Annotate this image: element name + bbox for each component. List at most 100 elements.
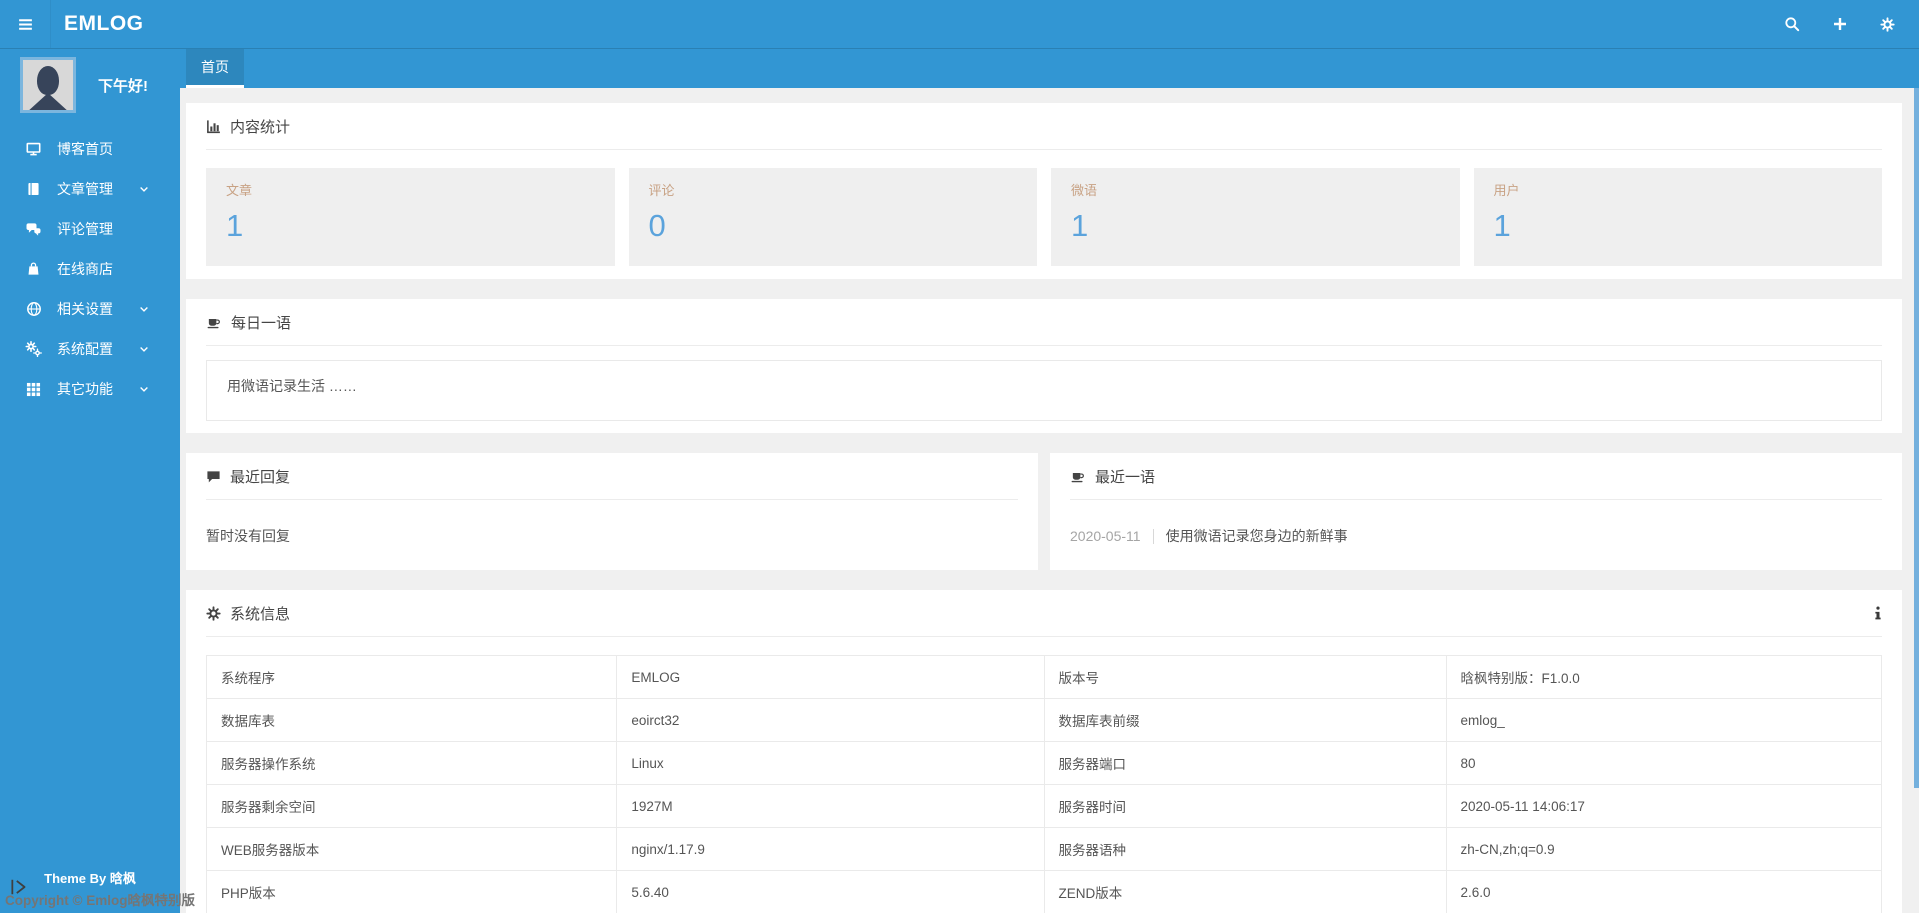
table-cell: 数据库表 (205, 698, 618, 742)
panel-title: 每日一语 (231, 315, 292, 332)
recent-note-panel: 最近一语 2020-05-11 使用微语记录您身边的新鲜事 (1050, 453, 1902, 570)
table-cell: 80 (1445, 741, 1882, 785)
table-cell: ZEND版本 (1043, 870, 1447, 913)
sidebar-item-blog-home[interactable]: 博客首页 (0, 129, 180, 169)
table-cell: Linux (616, 741, 1045, 785)
sidebar-item-article-management[interactable]: 文章管理 (0, 169, 180, 209)
sidebar-item-label: 文章管理 (57, 181, 113, 197)
content-stats-panel: 内容统计 文章 1 评论 0 微语 1 用户 1 (186, 103, 1902, 279)
hamburger-menu-icon[interactable] (0, 0, 51, 48)
table-cell: 版本号 (1043, 655, 1447, 699)
table-cell: 服务器端口 (1043, 741, 1447, 785)
copyright-text: Copyright © Emlog晗枫特别版 (5, 893, 195, 908)
sidebar-item-system-config[interactable]: 系统配置 (0, 329, 180, 369)
recent-note-header: 最近一语 (1070, 453, 1882, 500)
stat-label: 微语 (1071, 183, 1098, 198)
sidebar-item-online-store[interactable]: 在线商店 (0, 249, 180, 289)
comment-icon (206, 469, 221, 484)
recent-replies-header: 最近回复 (206, 453, 1018, 500)
stat-label: 评论 (648, 183, 675, 198)
avatar-silhouette-shoulders (26, 93, 70, 110)
sidebar-item-label: 其它功能 (57, 381, 113, 397)
stat-label: 用户 (1493, 183, 1520, 198)
table-cell: eoirct32 (616, 698, 1045, 742)
table-cell: 数据库表前缀 (1043, 698, 1447, 742)
stats-row: 文章 1 评论 0 微语 1 用户 1 (186, 150, 1902, 279)
table-cell: 服务器操作系统 (205, 741, 618, 785)
sidebar-item-label: 评论管理 (57, 221, 113, 237)
stat-articles[interactable]: 文章 1 (206, 168, 615, 266)
content-stats-header: 内容统计 (206, 103, 1882, 150)
table-cell: 2.6.0 (1445, 870, 1882, 913)
vertical-divider (1152, 528, 1154, 544)
sidebar-item-other-functions[interactable]: 其它功能 (0, 369, 180, 409)
stat-value: 1 (226, 208, 244, 243)
system-info-panel: 系统信息 系统程序 EMLOG 版本号 晗枫特别版：F1.0.0 数据库表 eo… (186, 590, 1902, 913)
greeting-text: 下午好! (98, 77, 148, 95)
table-cell: emlog_ (1445, 698, 1882, 742)
note-text[interactable]: 使用微语记录您身边的新鲜事 (1166, 526, 1348, 546)
table-row: 系统程序 EMLOG 版本号 晗枫特别版：F1.0.0 (205, 655, 1882, 699)
bar-chart-icon (206, 119, 221, 134)
sidebar-menu: 博客首页 文章管理 评论管理 在线商店 相关设置 系统配置 其它功能 (0, 129, 180, 409)
avatar[interactable] (20, 57, 76, 113)
daily-quote-text: 用微语记录生活 …… (206, 360, 1882, 421)
main-content: 内容统计 文章 1 评论 0 微语 1 用户 1 每日一语 用微语记录生活 ……… (180, 88, 1919, 913)
system-info-header: 系统信息 (206, 590, 1882, 637)
table-row: WEB服务器版本 nginx/1.17.9 服务器语种 zh-CN,zh;q=0… (205, 827, 1882, 871)
recent-replies-empty: 暂时没有回复 (206, 528, 290, 544)
table-cell: 服务器时间 (1043, 784, 1447, 828)
panel-title: 系统信息 (230, 606, 291, 623)
book-icon (24, 181, 43, 197)
table-cell: 服务器语种 (1043, 827, 1447, 871)
shopping-bag-icon (24, 261, 43, 277)
sidebar-item-comment-management[interactable]: 评论管理 (0, 209, 180, 249)
recent-replies-panel: 最近回复 暂时没有回复 (186, 453, 1038, 570)
note-date: 2020-05-11 (1070, 528, 1141, 544)
chevron-down-icon (138, 183, 150, 195)
table-cell: WEB服务器版本 (205, 827, 618, 871)
table-cell: 2020-05-11 14:06:17 (1445, 784, 1882, 828)
two-column-row: 最近回复 暂时没有回复 最近一语 2020-05-11 使用微语记录您身边的新鲜… (186, 453, 1902, 590)
table-row: 服务器操作系统 Linux 服务器端口 80 (205, 741, 1882, 785)
table-row: 数据库表 eoirct32 数据库表前缀 emlog_ (205, 698, 1882, 742)
sidebar-collapse-handle[interactable] (9, 877, 29, 897)
panel-title: 最近回复 (230, 469, 291, 486)
panel-title: 最近一语 (1095, 469, 1156, 486)
scrollbar-thumb[interactable] (1914, 88, 1919, 788)
stat-value: 1 (1493, 208, 1511, 243)
top-bar: EMLOG (0, 0, 1919, 49)
daily-quote-header: 每日一语 (206, 299, 1882, 346)
table-cell: 晗枫特别版：F1.0.0 (1445, 655, 1882, 699)
recent-note-row: 2020-05-11 使用微语记录您身边的新鲜事 (1050, 500, 1902, 570)
stat-microblogs[interactable]: 微语 1 (1051, 168, 1460, 266)
table-cell: 服务器剩余空间 (205, 784, 618, 828)
sidebar-item-label: 系统配置 (57, 341, 113, 357)
stat-label: 文章 (226, 183, 253, 198)
gear-icon[interactable] (1880, 16, 1895, 32)
profile-block: 下午好! (0, 49, 180, 113)
daily-quote-body: 用微语记录生活 …… (186, 346, 1902, 433)
table-row: PHP版本 5.6.40 ZEND版本 2.6.0 (205, 870, 1882, 913)
sidebar: 下午好! 博客首页 文章管理 评论管理 在线商店 相关设置 系统配置 其它功能 … (0, 49, 180, 913)
search-icon[interactable] (1784, 16, 1800, 32)
sidebar-item-related-settings[interactable]: 相关设置 (0, 289, 180, 329)
stat-comments[interactable]: 评论 0 (628, 168, 1037, 266)
stat-users[interactable]: 用户 1 (1473, 168, 1882, 266)
comments-icon (24, 221, 43, 237)
gear-icon (206, 606, 221, 621)
coffee-icon (1070, 469, 1086, 484)
tab-home[interactable]: 首页 (186, 49, 244, 88)
table-cell: PHP版本 (205, 870, 618, 913)
tab-strip: 首页 (180, 49, 1919, 88)
stat-value: 1 (1071, 208, 1089, 243)
daily-quote-panel: 每日一语 用微语记录生活 …… (186, 299, 1902, 433)
panel-title: 内容统计 (230, 119, 291, 136)
info-icon[interactable] (1874, 606, 1882, 621)
chevron-down-icon (138, 383, 150, 395)
gears-icon (24, 341, 43, 357)
system-info-table: 系统程序 EMLOG 版本号 晗枫特别版：F1.0.0 数据库表 eoirct3… (205, 655, 1882, 913)
sidebar-item-label: 在线商店 (57, 261, 113, 277)
add-icon[interactable] (1832, 16, 1848, 32)
coffee-icon (206, 315, 222, 330)
